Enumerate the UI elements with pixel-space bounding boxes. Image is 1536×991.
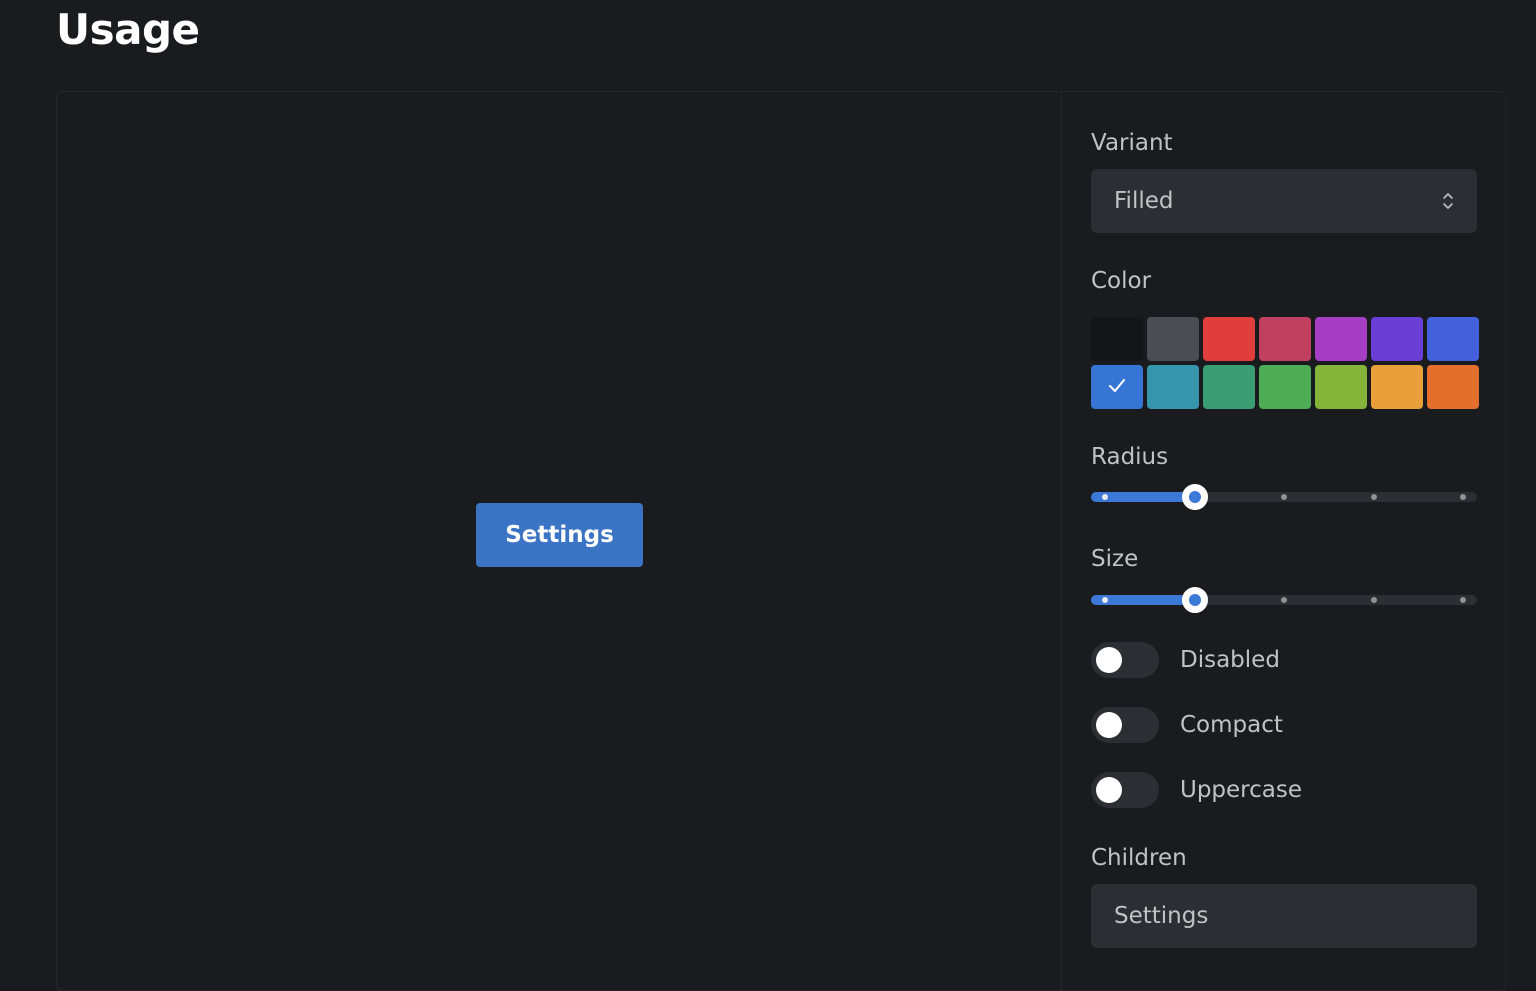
- uppercase-switch-thumb: [1096, 777, 1122, 803]
- size-slider[interactable]: [1091, 587, 1477, 613]
- size-slider-mark: [1370, 597, 1377, 603]
- children-input[interactable]: [1091, 884, 1477, 948]
- radius-slider[interactable]: [1091, 484, 1477, 510]
- children-label: Children: [1091, 845, 1187, 871]
- radius-slider-mark: [1370, 494, 1377, 500]
- radius-slider-mark: [1281, 494, 1287, 500]
- color-swatch-green[interactable]: [1259, 365, 1311, 409]
- size-slider-mark: [1102, 597, 1108, 603]
- disabled-switch[interactable]: Disabled: [1091, 642, 1280, 678]
- color-swatch-indigo[interactable]: [1427, 317, 1479, 361]
- uppercase-switch-label: Uppercase: [1180, 777, 1303, 803]
- chevron-up-down-icon: [1443, 193, 1453, 209]
- compact-switch-label: Compact: [1180, 712, 1283, 738]
- variant-select-value: Filled: [1114, 188, 1174, 214]
- color-label: Color: [1091, 268, 1152, 294]
- demo-card: Settings Variant Filled Color Radius Siz…: [56, 91, 1506, 991]
- variant-label: Variant: [1091, 130, 1173, 156]
- size-slider-mark: [1281, 597, 1287, 603]
- color-swatch-dark[interactable]: [1091, 317, 1143, 361]
- color-swatch-lime[interactable]: [1315, 365, 1367, 409]
- color-swatch-pink[interactable]: [1259, 317, 1311, 361]
- color-swatch-blue[interactable]: [1091, 365, 1143, 409]
- size-label: Size: [1091, 546, 1139, 572]
- preview-settings-button[interactable]: Settings: [476, 503, 643, 567]
- compact-switch[interactable]: Compact: [1091, 707, 1283, 743]
- compact-switch-thumb: [1096, 712, 1122, 738]
- size-slider-mark: [1460, 597, 1466, 603]
- disabled-switch-label: Disabled: [1180, 647, 1280, 673]
- color-swatch-red[interactable]: [1203, 317, 1255, 361]
- uppercase-switch-track[interactable]: [1091, 772, 1159, 808]
- radius-slider-mark: [1460, 494, 1466, 500]
- radius-slider-mark: [1102, 494, 1108, 500]
- variant-select[interactable]: Filled: [1091, 169, 1477, 233]
- preview-area: Settings: [57, 92, 1062, 990]
- uppercase-switch[interactable]: Uppercase: [1091, 772, 1302, 808]
- size-slider-thumb[interactable]: [1181, 587, 1208, 613]
- compact-switch-track[interactable]: [1091, 707, 1159, 743]
- color-swatch-grape[interactable]: [1315, 317, 1367, 361]
- color-swatch-cyan[interactable]: [1147, 365, 1199, 409]
- radius-label: Radius: [1091, 444, 1169, 470]
- radius-slider-thumb[interactable]: [1181, 484, 1208, 510]
- disabled-switch-thumb: [1096, 647, 1122, 673]
- disabled-switch-track[interactable]: [1091, 642, 1159, 678]
- color-swatch-violet[interactable]: [1371, 317, 1423, 361]
- color-swatch-orange[interactable]: [1427, 365, 1479, 409]
- color-swatch-gray[interactable]: [1147, 317, 1199, 361]
- color-swatch-yellow[interactable]: [1371, 365, 1423, 409]
- color-swatches: [1091, 317, 1479, 409]
- check-icon: [1109, 379, 1125, 392]
- page-title: Usage: [56, 5, 200, 54]
- color-swatch-teal[interactable]: [1203, 365, 1255, 409]
